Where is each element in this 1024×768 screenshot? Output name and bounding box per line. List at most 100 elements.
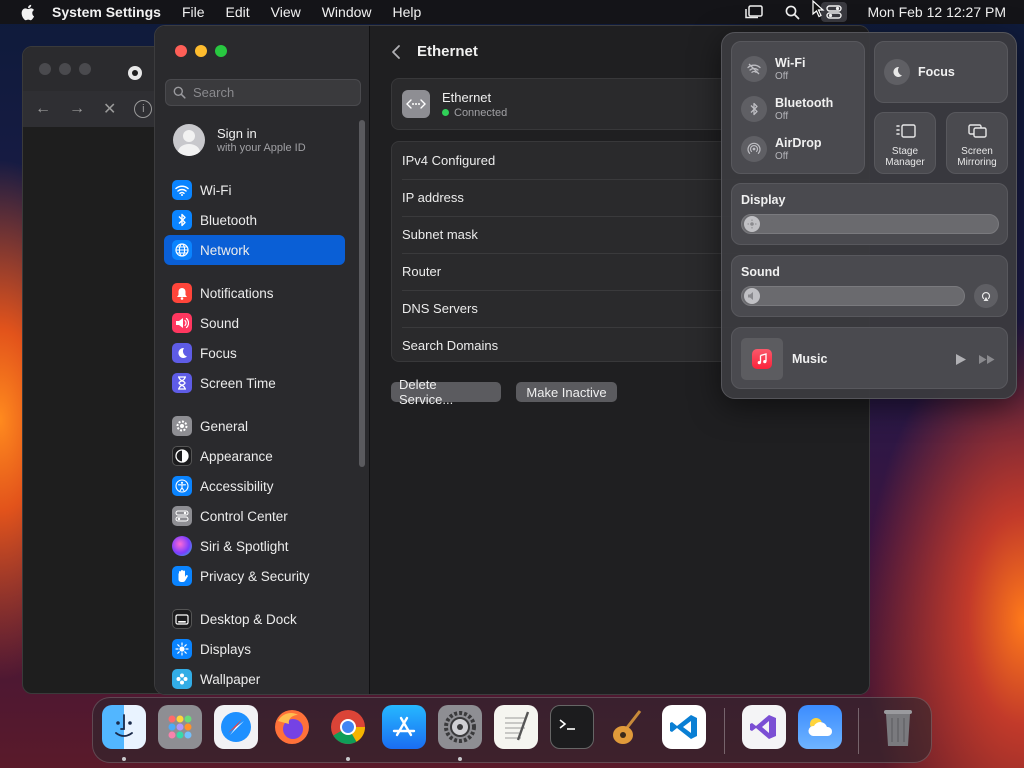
page-title: Ethernet xyxy=(417,43,478,60)
stage-manager-menubar-icon[interactable] xyxy=(745,4,764,20)
sidebar-item-desktop-dock[interactable]: Desktop & Dock xyxy=(164,604,345,634)
make-inactive-button[interactable]: Make Inactive xyxy=(516,382,617,402)
menu-file[interactable]: File xyxy=(182,4,205,20)
stop-loading-icon[interactable]: ✕ xyxy=(103,99,116,119)
search-icon xyxy=(173,86,186,99)
stage-manager-tile[interactable]: Stage Manager xyxy=(874,112,936,174)
hourglass-icon xyxy=(172,373,192,393)
display-brightness-slider[interactable] xyxy=(741,214,999,234)
delete-service-button[interactable]: Delete Service... xyxy=(391,377,501,407)
bluetooth-label: Bluetooth xyxy=(775,96,834,110)
sidebar-item-focus[interactable]: Focus xyxy=(164,338,345,368)
sidebar-item-screen-time[interactable]: Screen Time xyxy=(164,368,345,398)
sidebar-item-wifi[interactable]: Wi-Fi xyxy=(164,175,345,205)
airdrop-toggle[interactable]: AirDrop Off xyxy=(741,136,822,162)
firefox-icon[interactable] xyxy=(270,705,314,749)
display-label: Display xyxy=(741,193,786,207)
ethernet-icon xyxy=(402,90,430,118)
wifi-state: Off xyxy=(775,71,789,82)
menu-bar: System Settings File Edit View Window He… xyxy=(0,0,1024,24)
screen-mirroring-line2: Mirroring xyxy=(957,157,997,168)
window-zoom-button[interactable] xyxy=(215,45,227,57)
chrome-icon[interactable] xyxy=(326,705,370,749)
sidebar-item-general[interactable]: General xyxy=(164,411,345,441)
focus-label: Focus xyxy=(918,65,955,79)
detail-label: IP address xyxy=(402,190,464,205)
menu-app-name[interactable]: System Settings xyxy=(52,4,161,20)
speaker-icon xyxy=(748,292,753,300)
sidebar-item-appearance[interactable]: Appearance xyxy=(164,441,345,471)
sidebar-item-accessibility[interactable]: Accessibility xyxy=(164,471,345,501)
status-dot xyxy=(442,109,449,116)
textedit-icon[interactable] xyxy=(494,705,538,749)
moon-icon xyxy=(172,343,192,363)
app-store-icon[interactable] xyxy=(382,705,426,749)
status-text: Connected xyxy=(454,106,508,119)
play-icon[interactable] xyxy=(955,353,967,366)
volume-knob[interactable] xyxy=(744,288,760,304)
volume-slider[interactable] xyxy=(741,286,965,306)
trash-icon[interactable] xyxy=(876,705,920,749)
menubar-clock[interactable]: Mon Feb 12 12:27 PM xyxy=(867,4,1006,20)
apple-id-sign-in[interactable]: Sign in with your Apple ID xyxy=(173,124,306,156)
sidebar-item-privacy-security[interactable]: Privacy & Security xyxy=(164,561,345,591)
system-settings-icon[interactable] xyxy=(438,705,482,749)
visual-studio-icon[interactable] xyxy=(742,705,786,749)
sign-in-title: Sign in xyxy=(217,126,257,141)
sidebar-item-control-center[interactable]: Control Center xyxy=(164,501,345,531)
launchpad-icon[interactable] xyxy=(158,705,202,749)
finder-icon[interactable] xyxy=(102,705,146,749)
browser-zoom-button[interactable] xyxy=(79,63,91,75)
sidebar-item-label: Sound xyxy=(200,315,240,331)
site-info-icon[interactable]: i xyxy=(134,100,153,118)
fast-forward-icon[interactable] xyxy=(978,354,996,365)
running-indicator xyxy=(122,757,126,761)
wifi-toggle[interactable]: Wi-Fi Off xyxy=(741,56,805,82)
sidebar-item-sound[interactable]: Sound xyxy=(164,308,345,338)
menu-window[interactable]: Window xyxy=(322,4,372,20)
bluetooth-toggle[interactable]: Bluetooth Off xyxy=(741,96,833,122)
spotlight-search-icon[interactable] xyxy=(783,4,801,20)
detail-label: DNS Servers xyxy=(402,301,478,316)
sidebar-item-label: Notifications xyxy=(200,285,274,301)
service-name: Ethernet xyxy=(442,89,492,105)
safari-icon[interactable] xyxy=(214,705,258,749)
back-arrow-icon[interactable]: ← xyxy=(35,100,51,118)
airplay-audio-icon[interactable] xyxy=(974,284,998,308)
window-close-button[interactable] xyxy=(175,45,187,57)
gear-icon xyxy=(172,416,192,436)
hand-icon xyxy=(172,566,192,586)
screen-mirroring-tile[interactable]: Screen Mirroring xyxy=(946,112,1008,174)
garageband-icon[interactable] xyxy=(606,705,650,749)
menu-help[interactable]: Help xyxy=(393,4,422,20)
sidebar-item-siri-spotlight[interactable]: Siri & Spotlight xyxy=(164,531,345,561)
forward-arrow-icon[interactable]: → xyxy=(69,100,85,118)
sidebar-item-displays[interactable]: Displays xyxy=(164,634,345,664)
browser-close-button[interactable] xyxy=(39,63,51,75)
menu-view[interactable]: View xyxy=(271,4,301,20)
vscode-icon[interactable] xyxy=(662,705,706,749)
sidebar-item-notifications[interactable]: Notifications xyxy=(164,278,345,308)
back-chevron-icon[interactable] xyxy=(391,44,401,60)
sidebar-item-wallpaper[interactable]: Wallpaper xyxy=(164,664,345,694)
sidebar-scrollbar[interactable] xyxy=(359,120,365,467)
window-minimize-button[interactable] xyxy=(195,45,207,57)
window-traffic-lights xyxy=(175,45,227,57)
sidebar-item-label: Control Center xyxy=(200,508,288,524)
dock-separator xyxy=(858,708,859,754)
sidebar-item-label: Bluetooth xyxy=(200,212,258,228)
bluetooth-state: Off xyxy=(775,111,789,122)
focus-tile[interactable]: Focus xyxy=(874,41,1008,103)
sidebar-item-bluetooth[interactable]: Bluetooth xyxy=(164,205,345,235)
terminal-icon[interactable] xyxy=(550,705,594,749)
music-tile[interactable]: Music xyxy=(731,327,1008,389)
weather-icon[interactable] xyxy=(798,705,842,749)
menu-edit[interactable]: Edit xyxy=(226,4,250,20)
running-indicator xyxy=(458,757,462,761)
browser-minimize-button[interactable] xyxy=(59,63,71,75)
brightness-knob[interactable] xyxy=(744,216,760,232)
sidebar-search[interactable] xyxy=(165,79,361,106)
search-input[interactable] xyxy=(193,85,353,100)
sidebar-item-network[interactable]: Network xyxy=(164,235,345,265)
apple-menu-icon[interactable] xyxy=(18,3,36,21)
